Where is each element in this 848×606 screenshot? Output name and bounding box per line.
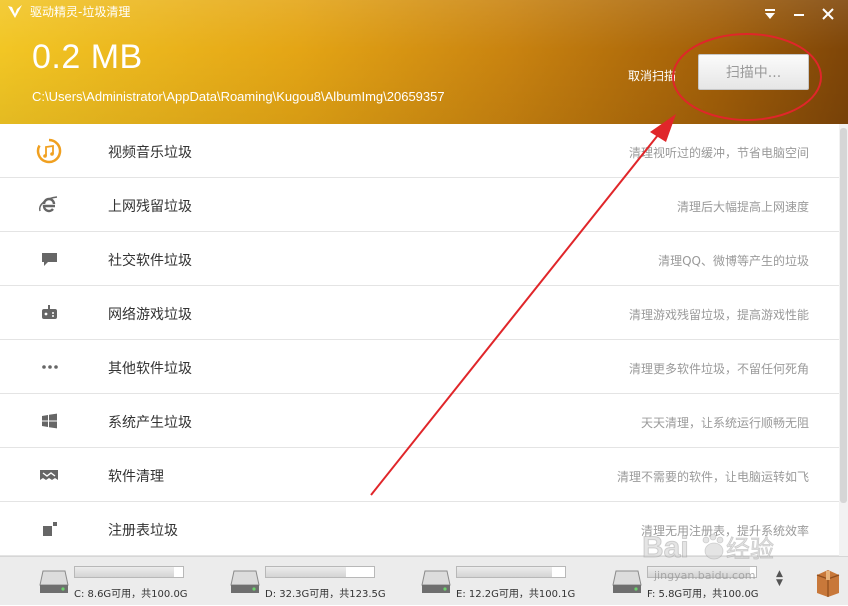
gamepad-icon	[36, 300, 62, 326]
windows-icon	[36, 408, 62, 434]
category-title: 系统产生垃圾	[108, 415, 192, 431]
category-row-web[interactable]: 上网残留垃圾 清理后大幅提高上网速度	[0, 178, 839, 232]
category-desc: 清理不需要的软件，让电脑运转如飞	[616, 470, 809, 484]
category-row-video-music[interactable]: 视频音乐垃圾 清理视听过的缓冲，节省电脑空间	[0, 124, 839, 178]
category-title: 社交软件垃圾	[108, 253, 192, 269]
drive-info: D: 32.3G可用，共123.5G	[265, 589, 386, 600]
category-title: 其他软件垃圾	[108, 361, 192, 377]
scanning-path: C:\Users\Administrator\AppData\Roaming\K…	[32, 89, 445, 104]
drive-info: F: 5.8G可用，共100.0G	[647, 589, 759, 600]
category-desc: 清理更多软件垃圾，不留任何死角	[628, 362, 809, 376]
more-icon	[36, 354, 62, 380]
category-desc: 清理后大幅提高上网速度	[676, 200, 809, 214]
music-icon	[36, 138, 62, 164]
drive-usage-bar	[647, 566, 757, 578]
category-title: 网络游戏垃圾	[108, 307, 192, 323]
drive-usage-bar	[265, 566, 375, 578]
drive-d: D: 32.3G可用，共123.5G	[229, 557, 386, 606]
drive-info: E: 12.2G可用，共100.1G	[456, 589, 576, 600]
category-row-software[interactable]: 软件清理 清理不需要的软件，让电脑运转如飞	[0, 448, 839, 502]
cancel-scan-link[interactable]: 取消扫描	[628, 67, 676, 84]
category-row-other[interactable]: 其他软件垃圾 清理更多软件垃圾，不留任何死角	[0, 340, 839, 394]
chat-icon	[36, 246, 62, 272]
category-desc: 清理无用注册表，提升系统效率	[640, 524, 809, 538]
category-row-system[interactable]: 系统产生垃圾 天天清理，让系统运行顺畅无阻	[0, 394, 839, 448]
category-title: 软件清理	[108, 469, 164, 485]
close-icon[interactable]	[820, 6, 836, 22]
drive-usage-fill	[75, 567, 174, 577]
software-clean-icon	[36, 462, 62, 488]
hard-drive-icon	[39, 570, 69, 593]
scrollbar-thumb[interactable]	[840, 128, 847, 503]
category-title: 注册表垃圾	[108, 523, 178, 539]
app-logo-icon	[8, 5, 22, 18]
ie-icon	[36, 192, 62, 218]
drive-scroll-arrows[interactable]: ▲ ▼	[776, 570, 783, 588]
dropdown-menu-icon[interactable]	[762, 6, 778, 22]
scanned-size: 0.2 MB	[32, 38, 143, 76]
hard-drive-icon	[421, 570, 451, 593]
category-desc: 天天清理，让系统运行顺畅无阻	[640, 416, 809, 430]
annotation-circle	[672, 33, 822, 121]
drive-e: E: 12.2G可用，共100.1G	[420, 557, 575, 606]
category-desc: 清理QQ、微博等产生的垃圾	[658, 254, 809, 268]
junk-category-list: 视频音乐垃圾 清理视听过的缓冲，节省电脑空间 上网残留垃圾 清理后大幅提高上网速…	[0, 124, 848, 556]
drive-usage-fill	[266, 567, 346, 577]
drive-usage-bar	[74, 566, 184, 578]
minimize-icon[interactable]	[791, 6, 807, 22]
drive-usage-fill	[457, 567, 552, 577]
drive-f: F: 5.8G可用，共100.0G	[611, 557, 761, 606]
drive-usage-fill	[648, 567, 750, 577]
header-banner: 驱动精灵-垃圾清理 0.2 MB C:\Users\Administrator\…	[0, 0, 848, 124]
category-desc: 清理游戏残留垃圾，提高游戏性能	[628, 308, 809, 322]
drive-info: C: 8.6G可用，共100.0G	[74, 589, 188, 600]
category-desc: 清理视听过的缓冲，节省电脑空间	[628, 146, 809, 160]
category-row-registry[interactable]: 注册表垃圾 清理无用注册表，提升系统效率	[0, 502, 839, 556]
window-title: 驱动精灵-垃圾清理	[30, 5, 131, 19]
category-row-social[interactable]: 社交软件垃圾 清理QQ、微博等产生的垃圾	[0, 232, 839, 286]
hard-drive-icon	[230, 570, 260, 593]
package-box-icon[interactable]	[813, 566, 843, 598]
drive-c: C: 8.6G可用，共100.0G	[38, 557, 188, 606]
category-title: 上网残留垃圾	[108, 199, 192, 215]
registry-icon	[36, 516, 62, 542]
category-row-games[interactable]: 网络游戏垃圾 清理游戏残留垃圾，提高游戏性能	[0, 286, 839, 340]
drive-usage-bar	[456, 566, 566, 578]
hard-drive-icon	[612, 570, 642, 593]
category-title: 视频音乐垃圾	[108, 145, 192, 161]
drive-status-bar: C: 8.6G可用，共100.0G D: 32.3G可用，共123.5G E: …	[0, 556, 848, 605]
